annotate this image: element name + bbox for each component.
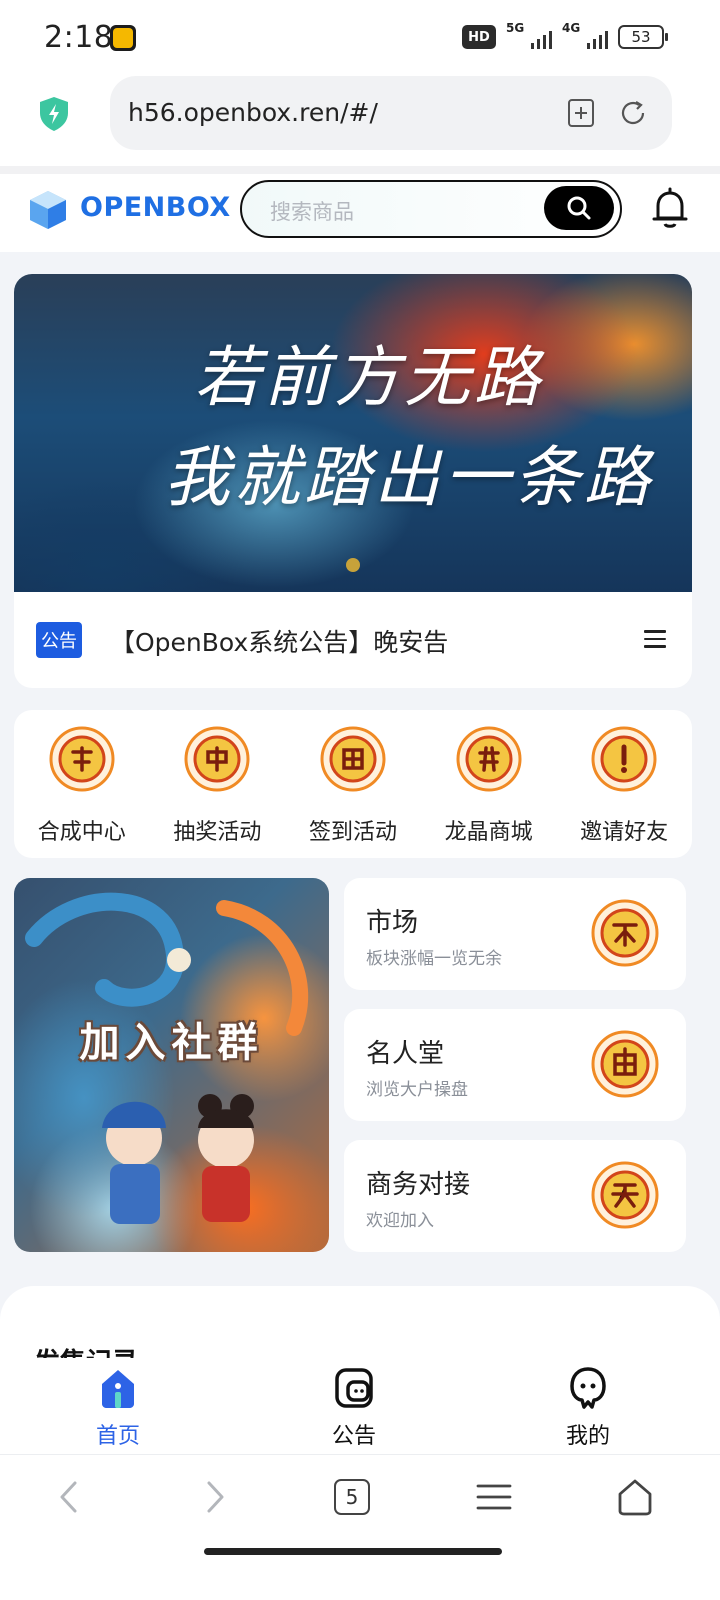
banner-line-1: 若前方无路 xyxy=(194,339,544,416)
join-community-banner[interactable]: 加入社群 xyxy=(14,878,329,1252)
fire-seal-icon xyxy=(456,726,522,792)
search-input[interactable]: 搜索商品 xyxy=(270,196,354,226)
hd-badge: HD xyxy=(462,25,496,49)
browser-address-bar: h56.openbox.ren/#/ xyxy=(0,76,720,166)
refresh-icon[interactable] xyxy=(618,98,648,128)
status-indicators: HD 5G 4G 53 xyxy=(462,21,668,52)
home-icon xyxy=(102,1370,134,1408)
tabs-count: 5 xyxy=(345,1485,359,1509)
battery-level: 53 xyxy=(631,28,651,46)
browser-navigation-bar: 5 xyxy=(0,1454,720,1600)
quick-entry-lottery[interactable]: 抽奖活动 xyxy=(150,710,286,858)
battery-icon: 53 xyxy=(618,25,668,49)
notice-tag: 公告 xyxy=(36,622,82,658)
profile-icon xyxy=(570,1367,606,1409)
banner-card: 若前方无路 我就踏出一条路 公告 【OpenBox系统公告】晚安告 xyxy=(14,274,692,688)
fire-seal-icon xyxy=(591,899,659,967)
fire-seal-icon xyxy=(591,1030,659,1098)
openbox-logo-icon[interactable] xyxy=(26,188,70,232)
tab-label: 首页 xyxy=(95,1424,140,1449)
back-icon[interactable] xyxy=(50,1477,90,1517)
community-title: 加入社群 xyxy=(79,1020,264,1066)
menu-icon[interactable] xyxy=(474,1477,514,1517)
fire-seal-icon xyxy=(184,726,250,792)
side-card-title: 名人堂 xyxy=(366,1039,445,1069)
quick-entry-label: 合成中心 xyxy=(37,820,126,845)
forward-icon[interactable] xyxy=(194,1477,234,1517)
notice-icon xyxy=(335,1368,373,1408)
url-field[interactable]: h56.openbox.ren/#/ xyxy=(110,76,672,150)
tab-home[interactable]: 首页 xyxy=(38,1358,198,1454)
side-card-subtitle: 板块涨幅一览无余 xyxy=(366,949,502,969)
side-card-title: 市场 xyxy=(366,908,419,938)
search-bar[interactable]: 搜索商品 xyxy=(240,180,622,238)
tab-profile[interactable]: 我的 xyxy=(508,1358,668,1454)
quick-entry-label: 抽奖活动 xyxy=(173,820,262,845)
security-shield-icon[interactable] xyxy=(38,96,70,132)
home-page-icon[interactable] xyxy=(615,1477,655,1517)
search-button[interactable] xyxy=(544,186,614,230)
fire-seal-icon xyxy=(49,726,115,792)
quick-entry-synthesis[interactable]: 合成中心 xyxy=(14,710,150,858)
app-header: OPENBOX 搜索商品 xyxy=(0,174,720,252)
banner-image[interactable]: 若前方无路 我就踏出一条路 xyxy=(14,274,692,592)
quick-entry-label: 龙晶商城 xyxy=(444,820,533,845)
side-card-title: 商务对接 xyxy=(366,1170,471,1200)
bell-icon[interactable] xyxy=(650,186,690,230)
quick-entry-checkin[interactable]: 签到活动 xyxy=(285,710,421,858)
app-notification-icon xyxy=(110,25,136,51)
side-card-subtitle: 浏览大户操盘 xyxy=(366,1080,468,1100)
status-bar: 2:18 HD 5G 4G 53 xyxy=(0,0,720,76)
tab-notice[interactable]: 公告 xyxy=(274,1358,434,1454)
network-label-1: 5G xyxy=(506,21,525,35)
header-divider xyxy=(0,166,720,174)
add-bookmark-icon[interactable] xyxy=(566,98,596,128)
quick-entry-label: 邀请好友 xyxy=(580,820,669,845)
network-label-2: 4G xyxy=(562,21,581,35)
brand-name[interactable]: OPENBOX xyxy=(80,192,231,223)
fire-seal-icon xyxy=(591,1161,659,1229)
notice-list-icon[interactable] xyxy=(644,630,666,650)
notice-text[interactable]: 【OpenBox系统公告】晚安告 xyxy=(110,623,448,659)
quick-entry-crystal-shop[interactable]: 龙晶商城 xyxy=(421,710,557,858)
bottom-tab-bar: 首页 公告 我的 xyxy=(0,1358,720,1454)
carousel-indicator[interactable] xyxy=(346,558,360,572)
market-card[interactable]: 市场 板块涨幅一览无余 xyxy=(344,878,686,990)
quick-entry-label: 签到活动 xyxy=(308,820,397,845)
fire-seal-icon xyxy=(320,726,386,792)
side-card-subtitle: 欢迎加入 xyxy=(366,1211,434,1231)
tabs-count-button[interactable]: 5 xyxy=(334,1479,370,1515)
signal-5g-icon: 5G xyxy=(506,21,552,51)
tab-label: 我的 xyxy=(565,1424,610,1449)
banner-line-2: 我就踏出一条路 xyxy=(164,439,654,516)
search-icon xyxy=(567,196,591,220)
url-text[interactable]: h56.openbox.ren/#/ xyxy=(128,98,378,127)
tab-label: 公告 xyxy=(331,1424,376,1449)
status-time: 2:18 xyxy=(44,20,114,55)
quick-entry-invite[interactable]: 邀请好友 xyxy=(556,710,692,858)
hall-of-fame-card[interactable]: 名人堂 浏览大户操盘 xyxy=(344,1009,686,1121)
signal-4g-icon: 4G xyxy=(562,21,608,51)
gesture-home-indicator[interactable] xyxy=(204,1548,502,1555)
fire-seal-icon xyxy=(591,726,657,792)
business-card[interactable]: 商务对接 欢迎加入 xyxy=(344,1140,686,1252)
quick-entries: 合成中心 抽奖活动 签到活动 龙晶商城 邀请好友 xyxy=(14,710,692,858)
